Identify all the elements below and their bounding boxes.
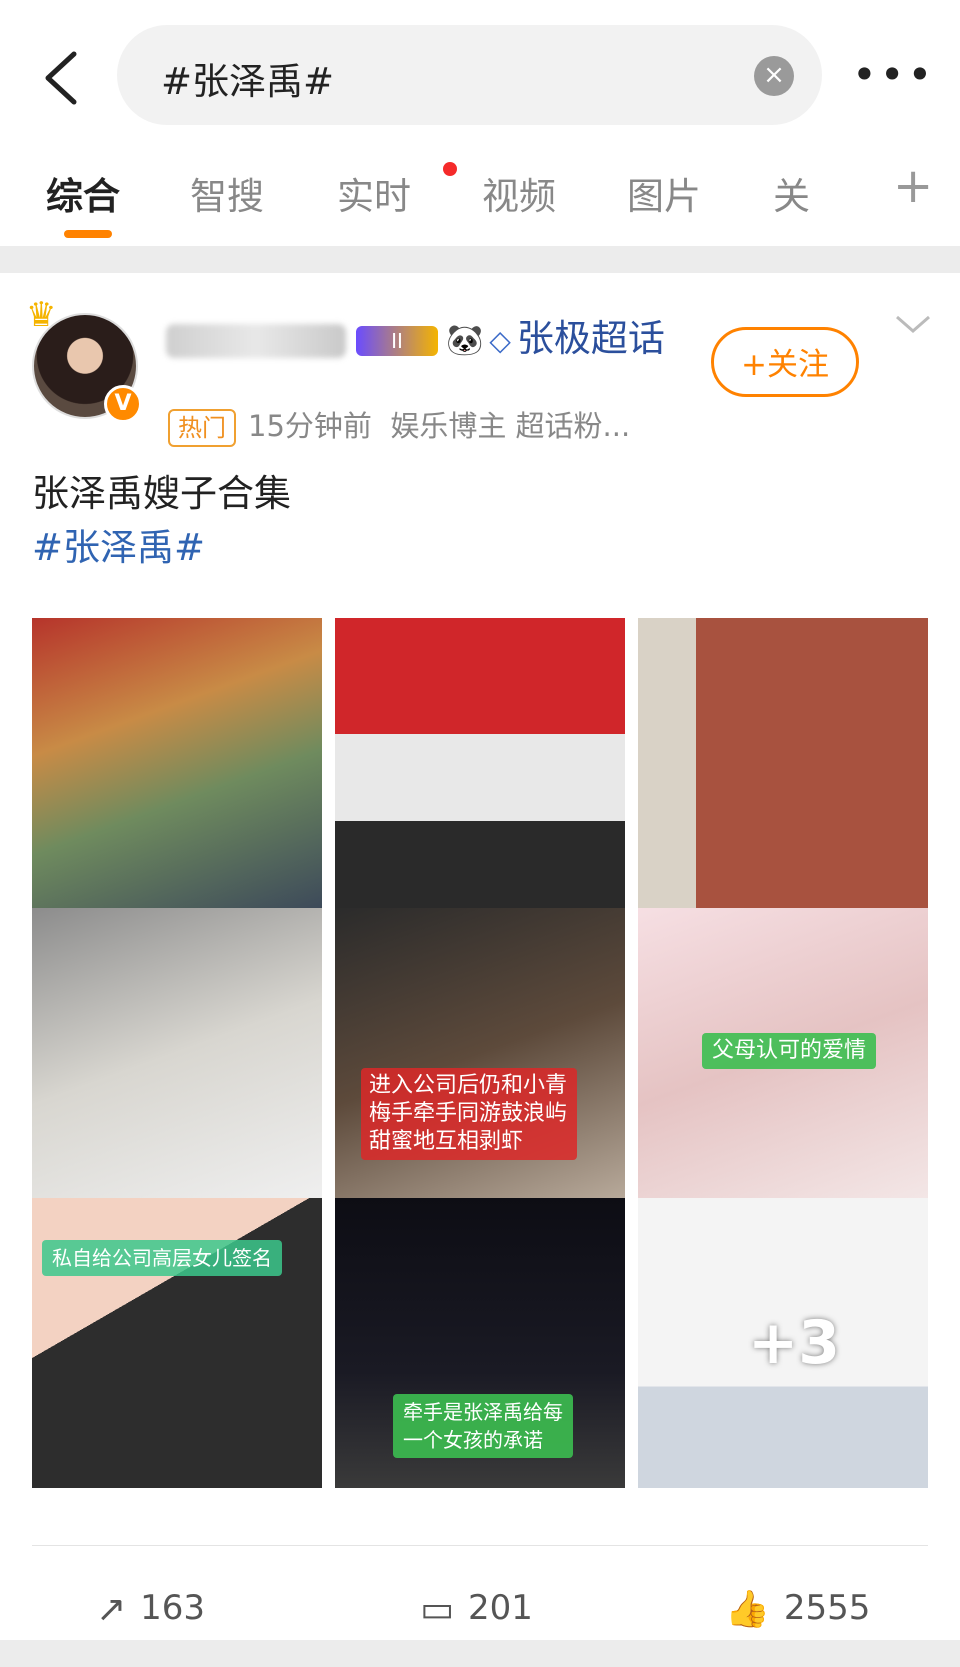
image-2[interactable]: [335, 618, 625, 908]
clear-icon[interactable]: ×: [754, 56, 794, 96]
repost-button[interactable]: ↗ 163: [96, 1583, 205, 1633]
back-arrow-icon[interactable]: [40, 48, 84, 108]
like-button[interactable]: 👍 2555: [725, 1583, 870, 1633]
post-time: 15分钟前: [248, 409, 372, 443]
post-text: 张泽禹嫂子合集: [32, 472, 291, 515]
image-caption: 父母认可的爱情: [702, 1033, 877, 1069]
comment-button[interactable]: ▭ 201: [420, 1583, 533, 1633]
author-name-suffix: 张极超话: [516, 317, 665, 360]
notification-dot: [443, 162, 457, 176]
image-8[interactable]: 牵手是张泽禹给每一个女孩的承诺: [335, 1198, 625, 1488]
post-card: ♛ V II 🐼 ◇ 张极超话 +关注 热门 15分钟前 娱乐博主 超话粉... 张泽禹…: [0, 273, 960, 1640]
tab-zhisou[interactable]: 智搜: [190, 166, 264, 220]
image-9[interactable]: +3: [638, 1198, 928, 1488]
tab-bar: 综合 智搜 实时 视频 图片 关 +: [0, 150, 960, 246]
image-caption: 进入公司后仍和小青梅手牵手同游鼓浪屿甜蜜地互相剥虾: [361, 1068, 577, 1160]
search-bar[interactable]: #张泽禹# ×: [117, 25, 822, 125]
tab-shipin[interactable]: 视频: [482, 166, 556, 220]
post-meta: 热门 15分钟前 娱乐博主 超话粉...: [168, 403, 630, 447]
tab-guan[interactable]: 关: [773, 166, 810, 220]
comment-icon: ▭: [420, 1588, 455, 1630]
image-grid: 进入公司后仍和小青梅手牵手同游鼓浪屿甜蜜地互相剥虾 父母认可的爱情 私自给公司高…: [32, 618, 928, 1488]
tab-zonghe[interactable]: 综合: [46, 166, 120, 220]
diamond-icon: ◇: [489, 323, 511, 357]
follow-button[interactable]: +关注: [711, 327, 859, 397]
more-images-count: +3: [748, 1308, 841, 1378]
image-6[interactable]: 父母认可的爱情: [638, 908, 928, 1198]
author-name[interactable]: II 🐼 ◇ 张极超话: [166, 311, 676, 369]
add-tab-icon[interactable]: +: [893, 158, 933, 214]
post-source: 娱乐博主 超话粉...: [390, 409, 631, 443]
crown-icon: ♛: [26, 295, 57, 335]
image-3[interactable]: [638, 618, 928, 908]
divider: [32, 1545, 928, 1546]
panda-icon: 🐼: [446, 322, 484, 358]
image-caption: 牵手是张泽禹给每一个女孩的承诺: [393, 1394, 573, 1458]
more-icon[interactable]: •••: [852, 47, 932, 107]
search-query[interactable]: #张泽禹#: [161, 51, 334, 105]
image-5[interactable]: 进入公司后仍和小青梅手牵手同游鼓浪屿甜蜜地互相剥虾: [335, 908, 625, 1198]
comment-count: 201: [468, 1588, 533, 1628]
level-badge: II: [356, 325, 438, 356]
chevron-down-icon[interactable]: [893, 309, 933, 339]
hot-tag: 热门: [168, 409, 236, 447]
repost-icon: ↗: [96, 1588, 127, 1630]
image-4[interactable]: [32, 908, 322, 1198]
repost-count: 163: [140, 1588, 206, 1628]
verified-badge: V: [104, 385, 142, 423]
post-hashtag[interactable]: #张泽禹#: [32, 517, 205, 571]
tab-shishi[interactable]: 实时: [337, 166, 411, 220]
tab-tupian[interactable]: 图片: [627, 166, 701, 220]
avatar[interactable]: ♛ V: [26, 295, 142, 423]
like-count: 2555: [783, 1588, 871, 1628]
image-1[interactable]: [32, 618, 322, 908]
image-7[interactable]: 私自给公司高层女儿签名: [32, 1198, 322, 1488]
blurred-name: [166, 323, 346, 358]
top-bar: #张泽禹# × •••: [0, 0, 960, 150]
image-caption: 私自给公司高层女儿签名: [42, 1240, 282, 1276]
active-tab-indicator: [64, 230, 112, 238]
like-icon: 👍: [725, 1588, 770, 1630]
